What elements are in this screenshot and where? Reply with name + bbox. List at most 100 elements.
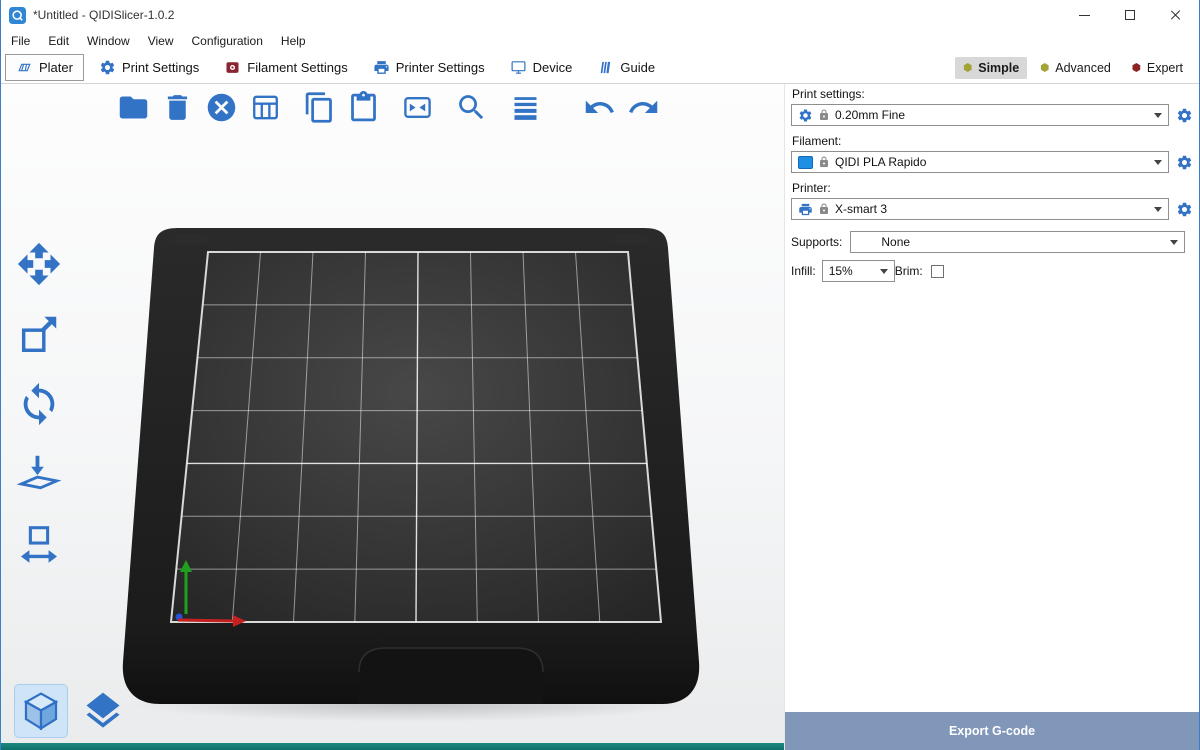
mode-expert[interactable]: Expert [1124,57,1191,79]
delete-button[interactable] [157,86,197,128]
printer-combo[interactable]: X-smart 3 [791,198,1169,220]
delete-all-button[interactable] [201,86,241,128]
menu-item-help[interactable]: Help [272,32,315,50]
measure-icon [16,521,62,567]
window-controls [1061,0,1199,30]
filament-label: Filament: [792,134,1193,148]
gear-icon [798,108,813,123]
simple-mode-dot-icon [963,63,972,72]
redo-icon [627,91,660,124]
menu-item-edit[interactable]: Edit [39,32,78,50]
variable-layer-height-icon [509,91,542,124]
editor-3d-view-button[interactable] [15,685,67,737]
place-on-face-gizmo-button[interactable] [9,446,69,501]
print-settings-combo[interactable]: 0.20mm Fine [791,104,1169,126]
undo-icon [583,91,616,124]
infill-combo[interactable]: 15% [822,260,895,282]
app-logo-icon [9,7,26,24]
minimize-icon [1079,15,1090,16]
trash-icon [161,91,194,124]
split-objects-button[interactable] [397,86,437,128]
rotate-gizmo-button[interactable] [9,376,69,431]
variable-layer-height-button[interactable] [505,86,545,128]
close-button[interactable] [1153,0,1199,30]
mode-expert-label: Expert [1147,61,1183,75]
infill-label: Infill: [791,264,816,278]
tab-plater-label: Plater [39,60,73,75]
copy-icon [303,91,336,124]
tab-printer-settings-label: Printer Settings [396,60,485,75]
chevron-down-icon [1154,207,1162,212]
minimize-button[interactable] [1061,0,1107,30]
open-button[interactable] [113,86,153,128]
supports-label: Supports: [791,235,842,249]
printer-label: Printer: [792,181,1193,195]
menu-item-view[interactable]: View [139,32,183,50]
maximize-button[interactable] [1107,0,1153,30]
print-settings-value: 0.20mm Fine [835,108,1149,122]
split-objects-icon [401,91,434,124]
menu-item-file[interactable]: File [2,32,39,50]
sidebar: Print settings: 0.20mm Fine Filament: [784,84,1199,750]
print-bed-render [116,222,706,710]
arrange-button[interactable] [245,86,285,128]
print-settings-label: Print settings: [792,87,1193,101]
move-icon [16,241,62,287]
brim-label: Brim: [895,264,923,278]
search-button[interactable] [451,86,491,128]
menu-bar: File Edit Window View Configuration Help [1,30,1199,52]
mode-advanced[interactable]: Advanced [1032,57,1119,79]
tab-guide-label: Guide [620,60,655,75]
plater-icon [16,59,33,76]
infill-value: 15% [829,264,875,278]
redo-button[interactable] [623,86,663,128]
tab-guide[interactable]: Guide [587,55,665,80]
view-mode-buttons [15,685,129,737]
measure-gizmo-button[interactable] [9,516,69,571]
menu-item-configuration[interactable]: Configuration [183,32,272,50]
maximize-icon [1125,10,1135,20]
monitor-icon [510,59,527,76]
paste-button[interactable] [343,86,383,128]
menu-item-window[interactable]: Window [78,32,139,50]
tab-print-settings[interactable]: Print Settings [89,55,209,80]
open-folder-icon [117,91,150,124]
chevron-down-icon [880,269,888,274]
filament-edit-button[interactable] [1175,153,1193,171]
delete-all-icon [205,91,238,124]
lock-icon [818,109,830,121]
supports-value: None [881,235,1165,249]
arrange-grid-icon [249,91,282,124]
tab-print-settings-label: Print Settings [122,60,199,75]
mode-simple[interactable]: Simple [955,57,1027,79]
gear-icon [1176,201,1193,218]
chevron-down-icon [1154,113,1162,118]
supports-combo[interactable]: None [850,231,1185,253]
close-icon [1170,9,1182,21]
scale-gizmo-button[interactable] [9,306,69,361]
viewport-3d[interactable] [1,84,784,750]
undo-button[interactable] [579,86,619,128]
print-settings-edit-button[interactable] [1175,106,1193,124]
tab-printer-settings[interactable]: Printer Settings [363,55,495,80]
tab-device[interactable]: Device [500,55,583,80]
tab-plater[interactable]: Plater [5,54,84,81]
printer-value: X-smart 3 [835,202,1149,216]
brim-checkbox[interactable] [931,265,944,278]
search-icon [455,91,488,124]
printer-icon [373,59,390,76]
mode-advanced-label: Advanced [1055,61,1111,75]
tab-filament-settings[interactable]: Filament Settings [214,55,357,80]
plater-toolbar [113,86,667,128]
layers-icon [81,689,125,733]
move-gizmo-button[interactable] [9,236,69,291]
printer-edit-button[interactable] [1175,200,1193,218]
chevron-down-icon [1170,240,1178,245]
export-gcode-button[interactable]: Export G-code [785,712,1199,750]
mode-simple-label: Simple [978,61,1019,75]
gear-icon [1176,107,1193,124]
filament-combo[interactable]: QIDI PLA Rapido [791,151,1169,173]
mode-selector: Simple Advanced Expert [955,57,1191,79]
copy-button[interactable] [299,86,339,128]
preview-layers-button[interactable] [77,685,129,737]
